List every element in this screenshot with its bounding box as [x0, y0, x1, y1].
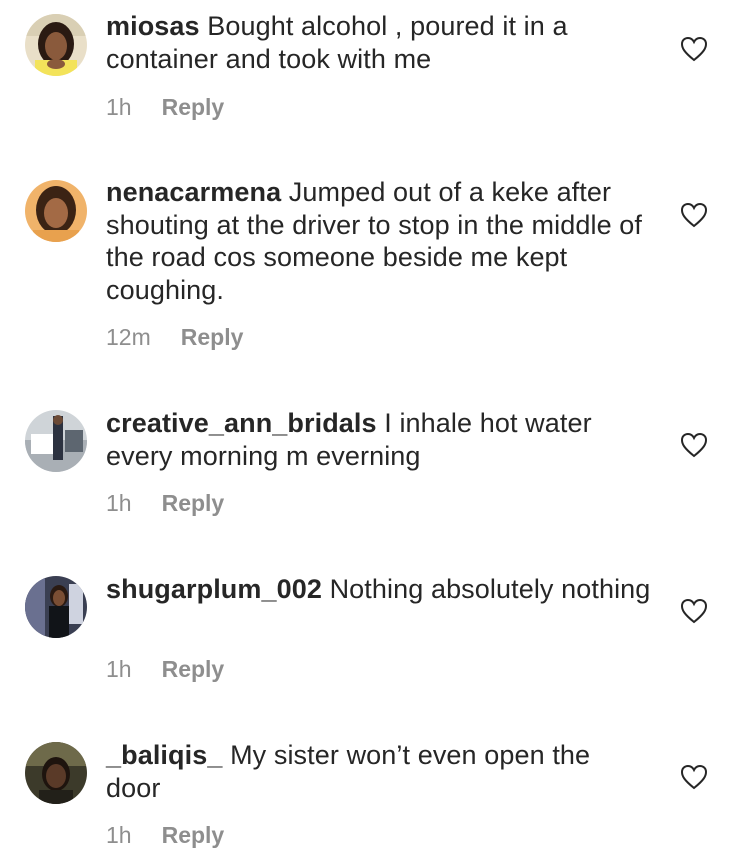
avatar[interactable]	[25, 410, 87, 472]
comment-meta: 1h Reply	[106, 94, 224, 121]
reply-button[interactable]: Reply	[162, 822, 225, 849]
comment-text: shugarplum_002 Nothing absolutely nothin…	[106, 573, 651, 606]
comment-text: _baliqis_ My sister won’t even open the …	[106, 739, 651, 804]
comment-timestamp: 12m	[106, 324, 151, 350]
reply-button[interactable]: Reply	[162, 490, 225, 517]
comment-timestamp: 1h	[106, 656, 132, 682]
comment-text: miosas Bought alcohol , poured it in a c…	[106, 10, 651, 75]
avatar[interactable]	[25, 576, 87, 638]
comment-username[interactable]: miosas	[106, 11, 200, 41]
avatar[interactable]	[25, 180, 87, 242]
heart-icon[interactable]	[680, 764, 708, 790]
heart-icon[interactable]	[680, 432, 708, 458]
reply-button[interactable]: Reply	[181, 324, 244, 351]
comment-text: creative_ann_bridals I inhale hot water …	[106, 407, 651, 472]
comment-meta: 1h Reply	[106, 822, 224, 849]
comment-body: Nothing absolutely nothing	[321, 574, 651, 604]
comment-meta: 1h Reply	[106, 490, 224, 517]
heart-icon[interactable]	[680, 598, 708, 624]
comment-username[interactable]: shugarplum_002	[106, 574, 322, 604]
reply-button[interactable]: Reply	[162, 94, 225, 121]
comment-username[interactable]: creative_ann_bridals	[106, 408, 377, 438]
avatar[interactable]	[25, 742, 87, 804]
comment-username[interactable]: nenacarmena	[106, 177, 281, 207]
heart-icon[interactable]	[680, 202, 708, 228]
comment-text: nenacarmena Jumped out of a keke after s…	[106, 176, 651, 306]
comment-username[interactable]: _baliqis_	[106, 740, 222, 770]
comment-timestamp: 1h	[106, 94, 132, 120]
reply-button[interactable]: Reply	[162, 656, 225, 683]
comment-timestamp: 1h	[106, 822, 132, 848]
comment-meta: 1h Reply	[106, 656, 224, 683]
comment-meta: 12m Reply	[106, 324, 243, 351]
comment-timestamp: 1h	[106, 490, 132, 516]
avatar[interactable]	[25, 14, 87, 76]
heart-icon[interactable]	[680, 36, 708, 62]
